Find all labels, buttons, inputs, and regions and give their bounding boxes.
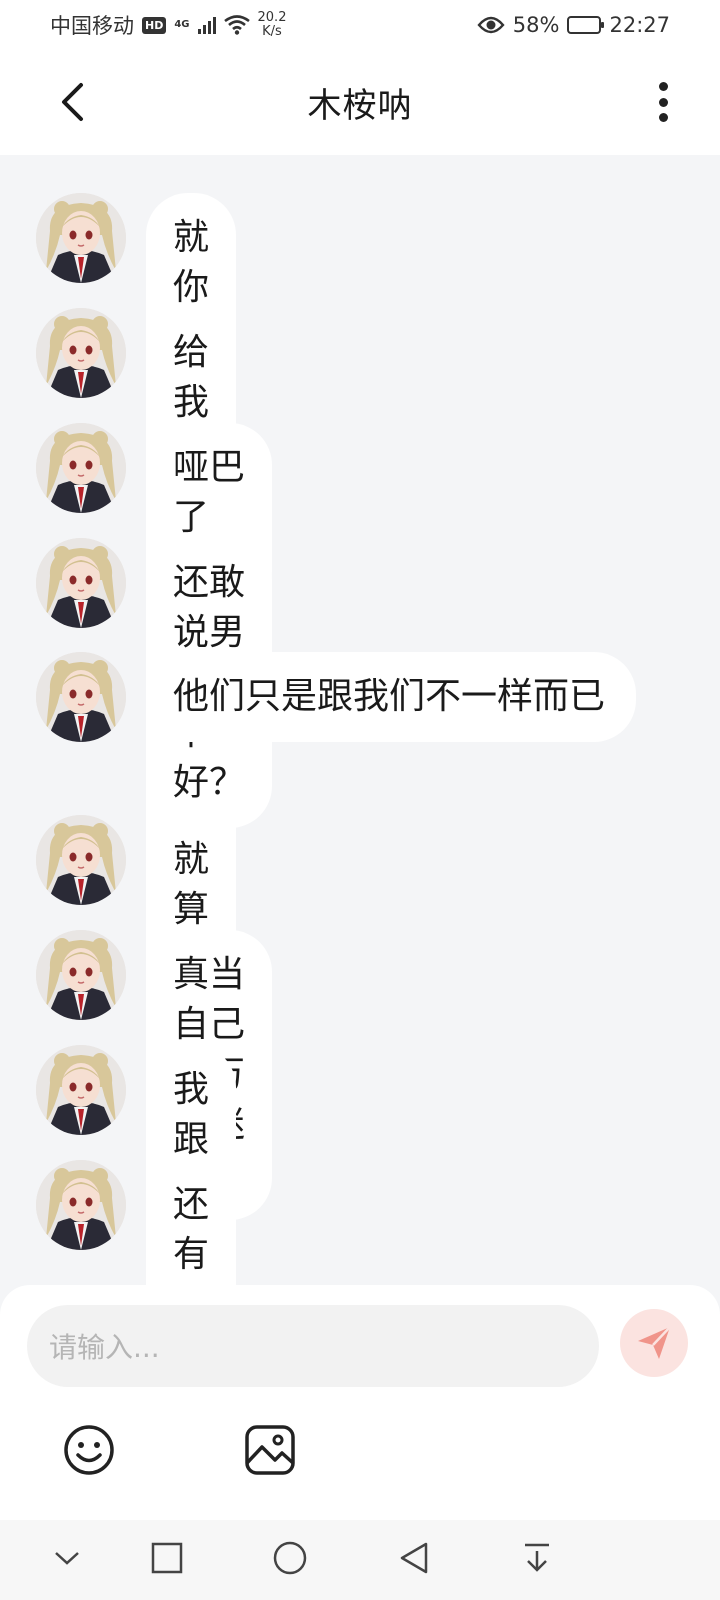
speed-unit: K/s: [262, 24, 282, 39]
image-icon: [245, 1425, 295, 1475]
signal-icon: [197, 16, 216, 34]
message-list[interactable]: 就你这样的 给我姐妹提鞋都不配好吧 哑巴了吗？ 还敢说男男恋不好？: [0, 155, 720, 1285]
speed-value: 20.2: [257, 10, 287, 25]
avatar[interactable]: [36, 423, 126, 513]
avatar[interactable]: [36, 193, 126, 283]
message-bubble[interactable]: 还有: [146, 1160, 237, 1285]
triangle-back-icon: [400, 1542, 428, 1574]
pull-down-icon: [525, 1543, 549, 1572]
hd-badge: HD: [142, 16, 167, 34]
more-dot-icon: [658, 113, 668, 122]
status-bar: 中国移动 HD 4G 20.2 K/s 58% 22:27: [0, 0, 720, 50]
battery-percent: 58%: [512, 13, 560, 37]
send-button[interactable]: [620, 1309, 688, 1377]
carrier-label: 中国移动: [50, 14, 134, 38]
more-dot-icon: [658, 97, 668, 107]
avatar[interactable]: [36, 308, 126, 398]
clock: 22:27: [609, 13, 670, 37]
message-bubble[interactable]: 他们只是跟我们不一样而已: [146, 652, 636, 742]
status-left: 中国移动 HD 4G 20.2 K/s: [50, 10, 286, 40]
network-speed: 20.2 K/s: [258, 11, 287, 39]
paper-plane-icon: [638, 1326, 671, 1359]
emoji-button[interactable]: [62, 1423, 116, 1477]
nav-home-button[interactable]: [270, 1538, 310, 1578]
nav-back-button[interactable]: [394, 1538, 434, 1578]
nav-collapse-button[interactable]: [47, 1538, 87, 1578]
avatar[interactable]: [36, 1160, 126, 1250]
nav-recents-button[interactable]: [147, 1538, 187, 1578]
wifi-icon: [223, 15, 250, 35]
chat-header: 木桉呐: [0, 50, 720, 155]
avatar[interactable]: [36, 652, 126, 742]
eye-icon: [477, 16, 505, 34]
smiley-icon: [64, 1425, 114, 1475]
circle-icon: [273, 1541, 307, 1575]
status-right: 58% 22:27: [477, 13, 670, 37]
image-picker-button[interactable]: [243, 1423, 297, 1477]
message-composer: 请输入...: [0, 1285, 720, 1520]
network-type: 4G: [174, 19, 190, 30]
battery-icon: [567, 16, 605, 34]
avatar[interactable]: [36, 930, 126, 1020]
square-icon: [151, 1542, 183, 1574]
avatar[interactable]: [36, 815, 126, 905]
page-title: 木桉呐: [307, 86, 413, 126]
chevron-left-icon: [62, 83, 83, 121]
message-input[interactable]: 请输入...: [27, 1305, 599, 1387]
more-dot-icon: [658, 82, 668, 91]
chevron-down-icon: [55, 1552, 79, 1565]
nav-notification-button[interactable]: [517, 1538, 557, 1578]
system-nav-bar: [0, 1520, 720, 1600]
message-input-placeholder: 请输入...: [49, 1331, 160, 1364]
avatar[interactable]: [36, 538, 126, 628]
back-button[interactable]: [52, 80, 92, 124]
avatar[interactable]: [36, 1045, 126, 1135]
more-options-button[interactable]: [648, 78, 678, 126]
